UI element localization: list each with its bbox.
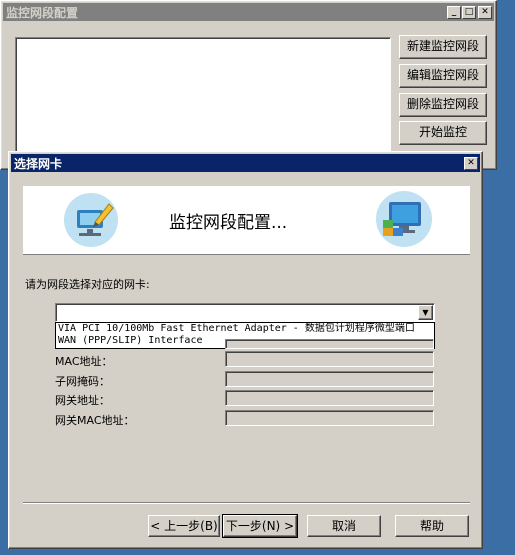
nic-select[interactable]: ▼ <box>55 303 435 322</box>
start-monitor-button[interactable]: 开始监控 <box>399 121 487 145</box>
prev-button[interactable]: < 上一步(B) <box>148 515 220 537</box>
cancel-button[interactable]: 取消 <box>307 515 381 537</box>
gateway-mac-label: 网关MAC地址： <box>55 414 135 427</box>
nic-option-wan[interactable]: WAN (PPP/SLIP) Interface <box>58 335 203 347</box>
ip-field <box>225 339 434 349</box>
dialog-close-icon[interactable]: ✕ <box>464 157 478 170</box>
main-window-titlebar[interactable]: 监控网段配置 _ □ ✕ <box>3 3 494 21</box>
gateway-mac-field <box>225 410 434 426</box>
mac-label: MAC地址： <box>55 355 113 368</box>
gateway-field <box>225 390 434 406</box>
nic-prompt-label: 请为网段选择对应的网卡: <box>25 278 150 291</box>
dropdown-arrow-icon[interactable]: ▼ <box>418 305 433 320</box>
help-button[interactable]: 帮助 <box>395 515 469 537</box>
mac-field <box>225 351 434 367</box>
next-button[interactable]: 下一步(N) > <box>222 514 298 538</box>
nic-option-via[interactable]: VIA PCI 10/100Mb Fast Ethernet Adapter -… <box>58 323 415 335</box>
wizard-banner: 监控网段配置... <box>23 186 470 255</box>
segment-list[interactable] <box>15 37 391 167</box>
close-icon[interactable]: ✕ <box>478 6 492 19</box>
banner-title: 监控网段配置... <box>169 213 288 233</box>
network-computer-icon <box>375 190 433 248</box>
separator <box>23 502 470 504</box>
subnet-field <box>225 371 434 387</box>
main-window-title: 监控网段配置 <box>6 5 79 20</box>
main-window: 监控网段配置 _ □ ✕ 新建监控网段 编辑监控网段 删除监控网段 开始监控 <box>0 0 497 170</box>
select-nic-dialog: 选择网卡 ✕ 监控网段配置... 请为网段选择对应的网卡: ▼ VIA PCI … <box>8 151 483 549</box>
minimize-icon[interactable]: _ <box>447 6 461 19</box>
delete-segment-button[interactable]: 删除监控网段 <box>399 93 487 117</box>
dialog-titlebar[interactable]: 选择网卡 ✕ <box>11 154 480 172</box>
subnet-label: 子网掩码： <box>55 375 110 388</box>
maximize-icon[interactable]: □ <box>462 6 476 19</box>
dialog-title: 选择网卡 <box>14 156 63 171</box>
gateway-label: 网关地址： <box>55 394 110 407</box>
new-segment-button[interactable]: 新建监控网段 <box>399 35 487 59</box>
monitor-config-icon <box>63 192 119 248</box>
edit-segment-button[interactable]: 编辑监控网段 <box>399 64 487 88</box>
